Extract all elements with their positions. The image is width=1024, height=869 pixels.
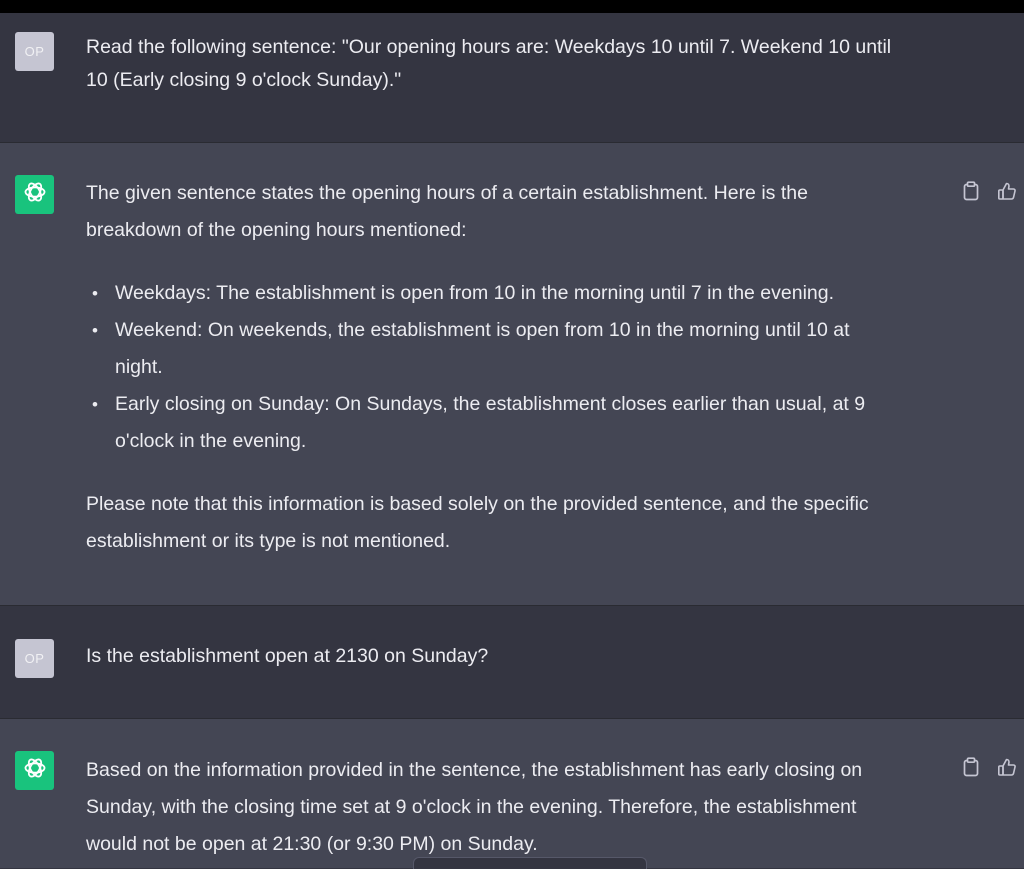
message-text: Read the following sentence: "Our openin… [86, 31, 936, 97]
assistant-avatar [15, 751, 54, 790]
text-line: Weekdays: The establishment is open from… [115, 282, 835, 304]
user-message: OP Read the following sentence: "Our ope… [0, 13, 1024, 143]
text-line: The given sentence states the opening ho… [86, 182, 808, 204]
text-line: Based on the information provided in the… [86, 759, 863, 781]
openai-logo-icon [22, 755, 48, 786]
message-actions [960, 180, 1018, 202]
text-line: night. [115, 356, 163, 378]
clipboard-icon[interactable] [960, 756, 982, 778]
text-line: Is the establishment open at 2130 on Sun… [86, 645, 489, 667]
message-text: Based on the information provided in the… [86, 752, 936, 863]
assistant-avatar [15, 175, 54, 214]
openai-logo-icon [22, 179, 48, 210]
bullet-icon: • [92, 395, 98, 414]
regenerate-button-edge[interactable] [413, 857, 647, 869]
user-avatar: OP [15, 32, 54, 71]
user-avatar: OP [15, 639, 54, 678]
thumbs-up-icon[interactable] [996, 756, 1018, 778]
list-item: • Weekdays: The establishment is open fr… [86, 275, 936, 312]
avatar-label: OP [24, 651, 45, 666]
bullet-list: • Weekdays: The establishment is open fr… [86, 275, 936, 460]
avatar-label: OP [24, 44, 45, 59]
user-message: OP Is the establishment open at 2130 on … [0, 606, 1024, 719]
top-bar [0, 0, 1024, 13]
assistant-message: The given sentence states the opening ho… [0, 143, 1024, 606]
text-line: o'clock in the evening. [115, 430, 307, 452]
message-actions [960, 756, 1018, 778]
text-line: Read the following sentence: "Our openin… [86, 36, 892, 58]
clipboard-icon[interactable] [960, 180, 982, 202]
assistant-message: Based on the information provided in the… [0, 719, 1024, 868]
list-item: • Weekend: On weekends, the establishmen… [86, 312, 936, 386]
text-line: 10 (Early closing 9 o'clock Sunday)." [86, 69, 402, 91]
text-line: Early closing on Sunday: On Sundays, the… [115, 393, 866, 415]
bullet-icon: • [92, 284, 98, 303]
list-item: • Early closing on Sunday: On Sundays, t… [86, 386, 936, 460]
text-line: Sunday, with the closing time set at 9 o… [86, 796, 857, 818]
text-line: breakdown of the opening hours mentioned… [86, 219, 467, 241]
message-text: The given sentence states the opening ho… [86, 175, 936, 560]
text-line: Please note that this information is bas… [86, 493, 869, 515]
message-text: Is the establishment open at 2130 on Sun… [86, 640, 936, 673]
bullet-icon: • [92, 321, 98, 340]
thumbs-up-icon[interactable] [996, 180, 1018, 202]
text-line: establishment or its type is not mention… [86, 530, 451, 552]
text-line: Weekend: On weekends, the establishment … [115, 319, 850, 341]
